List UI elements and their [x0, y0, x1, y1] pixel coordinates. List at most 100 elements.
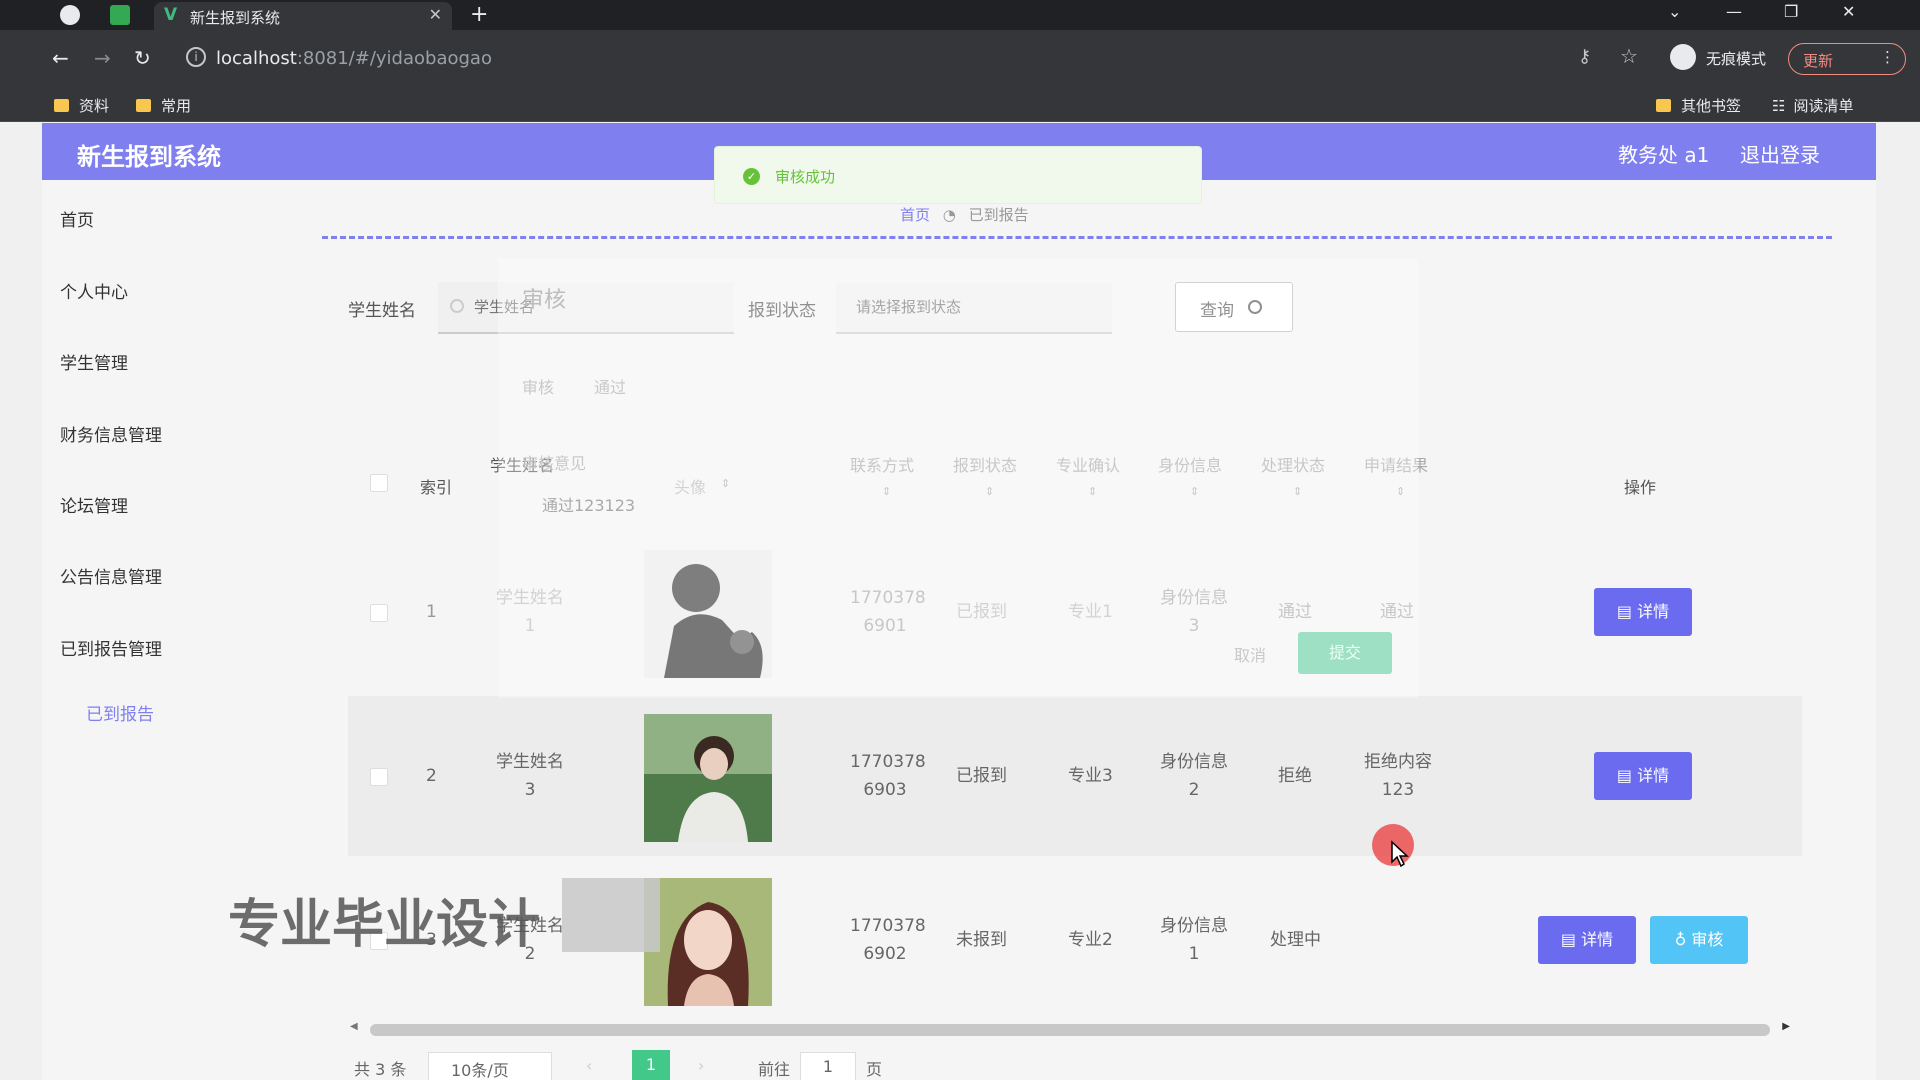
row-checkbox[interactable] — [370, 604, 388, 622]
minimize-icon[interactable]: — — [1726, 2, 1742, 21]
update-label: 更新 — [1803, 52, 1834, 70]
breadcrumb: 首页 ◔ 已到报告 — [900, 204, 1029, 225]
blurred-overlay — [562, 878, 660, 952]
forward-icon[interactable]: → — [94, 46, 111, 70]
new-tab-icon[interactable]: + — [470, 2, 488, 27]
search-icon — [450, 299, 464, 313]
breadcrumb-home[interactable]: 首页 — [900, 206, 930, 224]
student-avatar — [644, 714, 772, 842]
review-icon: ♁ — [1674, 930, 1692, 949]
browser-tabbar: V 新生报到系统 ✕ + ⌄ — ❐ ✕ — [0, 0, 1920, 30]
sidebar-item-home[interactable]: 首页 — [60, 206, 94, 231]
window-close-icon[interactable]: ✕ — [1842, 2, 1855, 21]
incognito-label: 无痕模式 — [1706, 50, 1767, 68]
cell-contact: 1770378 6903 — [850, 752, 926, 800]
toast-message: 审核成功 — [775, 168, 836, 186]
bookmark-star-icon[interactable]: ☆ — [1620, 44, 1638, 68]
restore-icon[interactable]: ❐ — [1784, 2, 1798, 21]
goto-page-input[interactable]: 1 — [800, 1052, 856, 1080]
incognito-icon — [1670, 44, 1696, 70]
reload-icon[interactable]: ↻ — [134, 46, 151, 70]
dialog-submit-button[interactable]: 提交 — [1298, 632, 1392, 674]
cell-major: 专业3 — [1068, 766, 1113, 786]
scrollbar-thumb[interactable] — [370, 1024, 1770, 1036]
breadcrumb-separator-icon: ◔ — [942, 206, 956, 224]
sidebar-subitem-reported[interactable]: 已到报告 — [86, 700, 154, 725]
app-title: 新生报到系统 — [77, 143, 221, 171]
dialog-cancel-button[interactable]: 取消 — [1234, 642, 1266, 666]
col-actions: 操作 — [1624, 478, 1657, 497]
vue-logo-icon: V — [164, 5, 178, 25]
bookmarks-bar: 资料 常用 其他书签 ☷ 阅读清单 — [0, 88, 1920, 122]
name-filter-label: 学生姓名 — [348, 301, 416, 321]
detail-button[interactable]: ▤ 详情 — [1594, 588, 1692, 636]
detail-button[interactable]: ▤ 详情 — [1594, 752, 1692, 800]
back-icon[interactable]: ← — [52, 46, 69, 70]
cell-status: 未报到 — [956, 930, 1007, 950]
cell-name: 学生姓名 3 — [496, 752, 564, 800]
reading-list[interactable]: ☷ 阅读清单 — [1772, 95, 1853, 116]
dialog-option[interactable]: 审核 — [522, 374, 554, 398]
cell-identity: 身份信息 1 — [1160, 916, 1228, 964]
browser-app-icon[interactable] — [60, 5, 80, 25]
document-icon: ▤ — [1616, 766, 1638, 785]
cell-index: 1 — [426, 602, 437, 622]
pagination-total: 共 3 条 — [354, 1060, 407, 1079]
folder-icon — [136, 99, 151, 112]
next-page-icon[interactable]: › — [698, 1056, 704, 1075]
scroll-left-icon[interactable]: ◀ — [350, 1021, 358, 1032]
update-button[interactable]: 更新 ⋮ — [1788, 43, 1906, 75]
tab-close-icon[interactable]: ✕ — [429, 5, 442, 24]
bookmark-folder-1[interactable]: 资料 — [54, 95, 109, 116]
sidebar-item-finance[interactable]: 财务信息管理 — [60, 421, 162, 446]
dialog-option[interactable]: 通过 — [594, 374, 626, 398]
cell-contact: 1770378 6902 — [850, 916, 926, 964]
scroll-right-icon[interactable]: ▶ — [1782, 1021, 1790, 1032]
sidebar-item-notices[interactable]: 公告信息管理 — [60, 563, 162, 588]
sidebar-item-profile[interactable]: 个人中心 — [60, 278, 128, 303]
tab-title: 新生报到系统 — [190, 9, 281, 27]
url-input[interactable]: i localhost:8081/#/yidaobaogao — [180, 41, 1580, 77]
current-user: 教务处 a1 — [1618, 143, 1710, 167]
col-index[interactable]: 索引 — [420, 474, 452, 498]
more-menu-icon[interactable]: ⋮ — [1880, 48, 1895, 66]
key-icon[interactable]: ⚷ — [1578, 46, 1591, 67]
dialog-opinion-label: 审核意见 — [522, 454, 587, 473]
prev-page-icon[interactable]: ‹ — [586, 1056, 592, 1075]
site-info-icon[interactable]: i — [186, 47, 206, 67]
mouse-cursor-icon — [1391, 840, 1409, 868]
success-toast: ✓ 审核成功 — [714, 146, 1202, 204]
sidebar-item-students[interactable]: 学生管理 — [60, 349, 128, 374]
detail-button[interactable]: ▤ 详情 — [1538, 916, 1636, 964]
review-dialog-fading: 审核 审核 通过 审核意见 通过123123 取消 提交 — [498, 258, 1418, 698]
logout-link[interactable]: 退出登录 — [1740, 139, 1820, 168]
table-scrollbar[interactable]: ◀ ▶ — [350, 1020, 1790, 1040]
other-bookmarks[interactable]: 其他书签 — [1656, 95, 1741, 116]
tab-group-icon[interactable] — [110, 5, 130, 25]
dialog-opinion-value[interactable]: 通过123123 — [542, 492, 635, 516]
page-number-current[interactable]: 1 — [632, 1050, 670, 1080]
student-avatar — [644, 878, 772, 1006]
document-icon: ▤ — [1560, 930, 1582, 949]
tab-search-icon[interactable]: ⌄ — [1668, 2, 1681, 21]
url-path: :8081/#/yidaobaogao — [296, 48, 492, 69]
table-row: 2 学生姓名 3 1770378 6903 已报到 专业3 身份信息 2 拒绝 … — [348, 696, 1802, 856]
url-host: localhost — [216, 48, 297, 69]
page-size-select[interactable]: 10条/页 — [428, 1052, 552, 1080]
sidebar-item-forum[interactable]: 论坛管理 — [60, 492, 128, 517]
goto-suffix: 页 — [866, 1060, 883, 1079]
cell-status: 已报到 — [956, 766, 1007, 786]
check-circle-icon: ✓ — [743, 168, 760, 185]
dialog-title: 审核 — [522, 288, 567, 313]
document-icon: ▤ — [1616, 602, 1638, 621]
select-all-checkbox[interactable] — [370, 474, 388, 492]
watermark-text: 专业毕业设计 — [228, 895, 541, 955]
sidebar-item-reports[interactable]: 已到报告管理 — [60, 635, 162, 660]
review-button[interactable]: ♁ 审核 — [1650, 916, 1748, 964]
row-checkbox[interactable] — [370, 768, 388, 786]
tab-active[interactable]: V 新生报到系统 ✕ — [154, 2, 452, 30]
cell-result: 拒绝内容 123 — [1364, 752, 1432, 800]
bookmark-folder-2[interactable]: 常用 — [136, 95, 191, 116]
reading-list-icon: ☷ — [1772, 97, 1786, 115]
cell-index: 2 — [426, 766, 437, 786]
